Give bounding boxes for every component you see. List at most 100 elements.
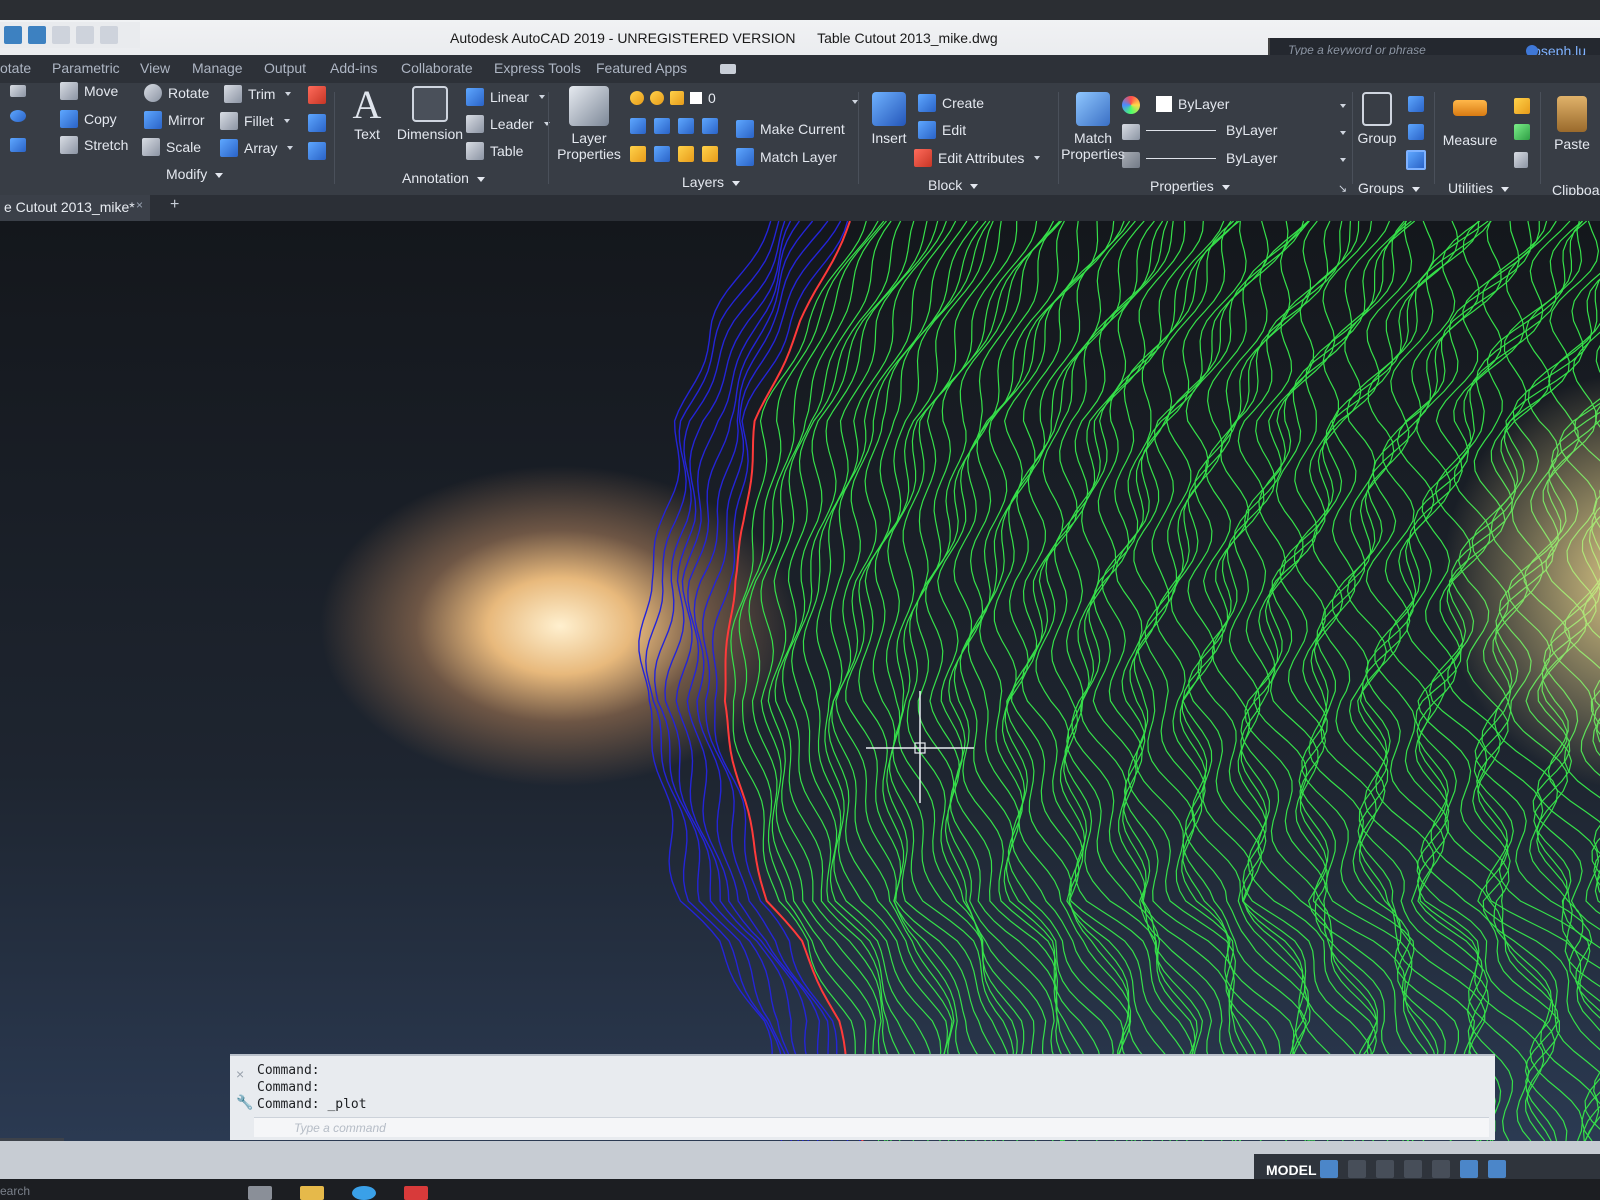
leader-button[interactable]: Leader [466,115,550,133]
properties-launcher-icon[interactable]: ↘ [1338,182,1347,195]
file-explorer-icon[interactable] [300,1186,324,1200]
explode-icon[interactable] [308,114,326,132]
layer-isolate-icon[interactable] [654,118,670,134]
ribbon-options-icon[interactable] [720,64,736,74]
linear-dropdown-icon[interactable] [538,95,545,99]
tab-express-tools[interactable]: Express Tools [494,60,581,76]
command-close-icon[interactable]: × [236,1066,244,1082]
autocad-taskbar-icon[interactable] [404,1186,428,1200]
file-tab[interactable]: e Cutout 2013_mike* [0,195,150,221]
erase-icon[interactable] [308,86,326,104]
calculator-icon[interactable] [1514,152,1528,168]
redo-icon[interactable] [76,26,94,44]
measure-button[interactable]: Measure [1440,100,1500,148]
scale-button[interactable]: Scale [142,138,201,156]
groups-panel-label[interactable]: Groups [1358,180,1420,196]
linetype-dropdown[interactable]: ByLayer [1146,150,1277,166]
layer-off-icon[interactable] [630,118,646,134]
tab-view[interactable]: View [140,60,170,76]
rectangle-icon[interactable] [10,85,26,97]
quick-access-print-icon[interactable] [28,26,46,44]
group-selection-icon[interactable] [1406,150,1426,170]
new-tab-button[interactable]: + [170,196,179,214]
layer-thaw-icon[interactable] [678,146,694,162]
command-input[interactable]: Type a command [254,1117,1489,1137]
rotate-button[interactable]: Rotate [144,84,209,102]
grid-icon[interactable] [1320,1160,1338,1178]
lineweight-icon[interactable] [1122,124,1140,140]
mirror-button[interactable]: Mirror [144,111,205,129]
lineweight-dropdown-icon[interactable] [1340,131,1346,135]
offset-icon[interactable] [308,142,326,160]
model-space-button[interactable]: MODEL [1266,1162,1317,1178]
hatch-icon[interactable] [10,138,26,152]
annotation-scale-icon[interactable] [1460,1160,1478,1178]
table-button[interactable]: Table [466,142,523,160]
ungroup-icon[interactable] [1408,96,1424,112]
linetype-dropdown-icon[interactable] [1340,158,1346,162]
dimension-button[interactable]: Dimension [392,86,468,142]
color-dropdown-icon[interactable] [1340,104,1346,108]
undo-icon[interactable] [52,26,70,44]
snap-icon[interactable] [1348,1160,1366,1178]
utilities-panel-label[interactable]: Utilities [1448,180,1509,196]
layer-lock-tool-icon[interactable] [702,118,718,134]
osnap-icon[interactable] [1432,1160,1450,1178]
layer-on-tool-icon[interactable] [630,146,646,162]
match-properties-button[interactable]: Match Properties [1060,92,1126,162]
tab-manage[interactable]: Manage [192,60,243,76]
edit-block-button[interactable]: Edit [918,121,966,139]
edit-attributes-button[interactable]: Edit Attributes [914,149,1041,167]
trim-dropdown-icon[interactable] [285,92,292,96]
layer-on-icon[interactable] [630,91,644,105]
polar-icon[interactable] [1404,1160,1422,1178]
layer-dropdown[interactable]: 0 [630,90,716,106]
tab-parametric[interactable]: Parametric [52,60,120,76]
trim-button[interactable]: Trim [224,85,292,103]
layers-panel-label[interactable]: Layers [682,174,740,190]
modify-panel-label[interactable]: Modify [166,166,223,182]
fillet-dropdown-icon[interactable] [283,119,290,123]
layer-unlock-icon[interactable] [702,146,718,162]
linetype-icon[interactable] [1122,152,1140,168]
color-dropdown[interactable]: ByLayer [1156,96,1229,112]
workspace-icon[interactable] [1488,1160,1506,1178]
browser-icon[interactable] [352,1186,376,1200]
file-tab-close-icon[interactable]: × [136,198,143,212]
stretch-button[interactable]: Stretch [60,136,128,154]
annotation-panel-label[interactable]: Annotation [402,170,485,186]
paste-button[interactable]: Paste [1544,96,1600,152]
group-edit-icon[interactable] [1408,124,1424,140]
block-panel-label[interactable]: Block [928,177,978,193]
layer-unisolate-icon[interactable] [654,146,670,162]
array-dropdown-icon[interactable] [287,146,294,150]
tab-collaborate[interactable]: Collaborate [401,60,473,76]
quick-select-icon[interactable] [1514,98,1530,114]
lineweight-dropdown[interactable]: ByLayer [1146,122,1277,138]
insert-block-button[interactable]: Insert [864,92,914,146]
linear-dimension-button[interactable]: Linear [466,88,545,106]
create-block-button[interactable]: Create [918,94,984,112]
layer-freeze-tool-icon[interactable] [678,118,694,134]
layer-properties-button[interactable]: Layer Properties [556,86,622,162]
edit-attributes-dropdown-icon[interactable] [1034,156,1041,160]
layer-freeze-icon[interactable] [650,91,664,105]
make-current-button[interactable]: Make Current [736,120,845,138]
layer-lock-icon[interactable] [670,91,684,105]
taskbar-search[interactable]: earch [0,1184,30,1198]
fillet-button[interactable]: Fillet [220,112,290,130]
move-button[interactable]: Move [60,82,118,100]
text-button[interactable]: A Text [344,84,390,143]
tab-add-ins[interactable]: Add-ins [330,60,377,76]
ortho-icon[interactable] [1376,1160,1394,1178]
command-customize-icon[interactable]: 🔧 [236,1094,253,1111]
copy-button[interactable]: Copy [60,110,117,128]
qat-customize-icon[interactable] [100,26,118,44]
ellipse-icon[interactable] [10,110,26,122]
properties-panel-label[interactable]: Properties [1150,178,1230,194]
match-layer-button[interactable]: Match Layer [736,148,837,166]
task-view-icon[interactable] [248,1186,272,1200]
tab-featured-apps[interactable]: Featured Apps [596,60,687,76]
array-button[interactable]: Array [220,139,294,157]
tab-annotate-partial[interactable]: otate [0,60,31,76]
